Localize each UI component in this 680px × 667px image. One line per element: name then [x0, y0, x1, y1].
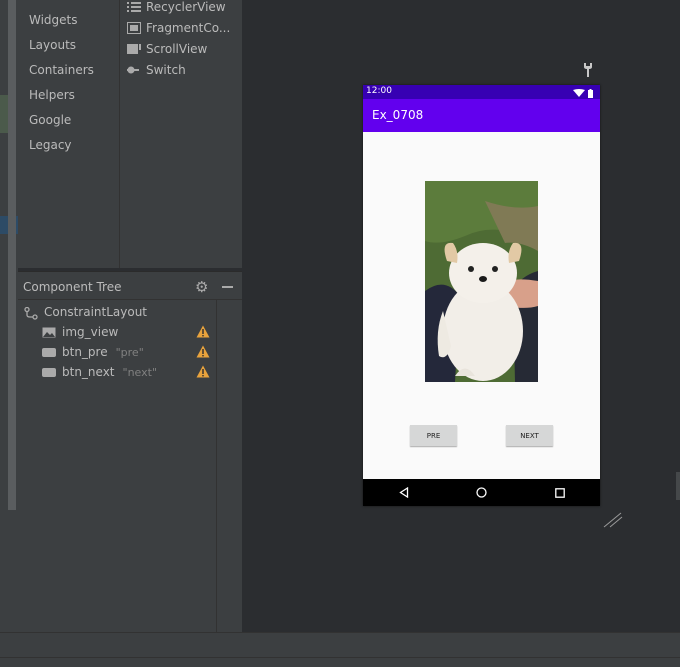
bottom-divider [0, 657, 680, 658]
btn-pre[interactable]: PRE [410, 425, 457, 446]
widget-label: Switch [146, 63, 186, 77]
widget-label: ScrollView [146, 42, 208, 56]
tree-item-label: btn_next [62, 365, 115, 379]
palette-category-widgets[interactable]: Widgets [29, 13, 78, 27]
tree-item-btn-next[interactable]: btn_next "next" [42, 365, 157, 379]
strip-highlight [0, 95, 8, 133]
bottom-status-bar [0, 632, 680, 667]
tree-item-label: btn_pre [62, 345, 108, 359]
navigation-bar [363, 479, 600, 506]
tree-item-hint: "pre" [115, 345, 144, 359]
resize-handle-icon[interactable] [603, 512, 623, 528]
palette-category-google[interactable]: Google [29, 113, 71, 127]
app-title: Ex_0708 [372, 108, 424, 122]
button-icon [42, 347, 56, 358]
puppy-image [425, 181, 538, 382]
palette-divider [119, 0, 120, 268]
palette-category-containers[interactable]: Containers [29, 63, 94, 77]
btn-next[interactable]: NEXT [506, 425, 553, 446]
status-time: 12:00 [366, 86, 392, 96]
widget-label: RecyclerView [146, 0, 226, 14]
gear-icon[interactable]: ⚙ [195, 278, 208, 296]
widget-label: FragmentCo... [146, 21, 231, 35]
device-preview[interactable]: 12:00 Ex_0708 PRE NEXT [363, 85, 600, 506]
tree-item-img-view[interactable]: img_view [42, 325, 118, 339]
img-view[interactable] [425, 181, 538, 382]
palette-widget-switch[interactable]: Switch [127, 63, 186, 77]
tree-item-hint: "next" [122, 365, 158, 379]
recents-icon[interactable] [555, 487, 565, 501]
pin-icon[interactable] [582, 62, 594, 78]
palette-widget-fragmentcontainer[interactable]: FragmentCo... [127, 21, 230, 35]
warning-icon[interactable] [196, 365, 210, 378]
palette-panel: Widgets Layouts Containers Helpers Googl… [18, 0, 242, 268]
app-bar: Ex_0708 [363, 99, 600, 132]
tree-item-label: ConstraintLayout [44, 305, 148, 319]
palette-widget-recyclerview[interactable]: RecyclerView [127, 0, 226, 14]
warning-icon[interactable] [196, 325, 210, 338]
button-icon [42, 367, 56, 378]
palette-category-legacy[interactable]: Legacy [29, 138, 72, 152]
tree-item-label: img_view [62, 325, 119, 339]
left-tool-strip [0, 0, 18, 632]
image-icon [42, 327, 56, 338]
left-scrollbar[interactable] [8, 0, 16, 510]
warning-icon[interactable] [196, 345, 210, 358]
fragment-icon [127, 22, 141, 34]
scrollview-icon [127, 43, 141, 55]
component-tree-title: Component Tree [23, 280, 122, 294]
home-icon[interactable] [476, 487, 487, 501]
status-bar: 12:00 [363, 85, 600, 99]
palette-category-helpers[interactable]: Helpers [29, 88, 75, 102]
tree-divider [216, 300, 217, 632]
constraint-layout-icon [24, 306, 38, 320]
component-tree-header: Component Tree ⚙ [18, 271, 242, 300]
palette-category-layouts[interactable]: Layouts [29, 38, 76, 52]
minimize-icon[interactable] [222, 286, 233, 288]
palette-widget-scrollview[interactable]: ScrollView [127, 42, 207, 56]
tree-item-constraintlayout[interactable]: ConstraintLayout [24, 305, 148, 320]
tree-item-btn-pre[interactable]: btn_pre "pre" [42, 345, 144, 359]
right-edge-button[interactable] [676, 472, 680, 500]
switch-icon [127, 64, 141, 76]
back-icon[interactable] [399, 486, 409, 501]
component-tree: ConstraintLayout img_view btn_pre "pre" … [18, 300, 242, 632]
list-icon [127, 1, 141, 13]
